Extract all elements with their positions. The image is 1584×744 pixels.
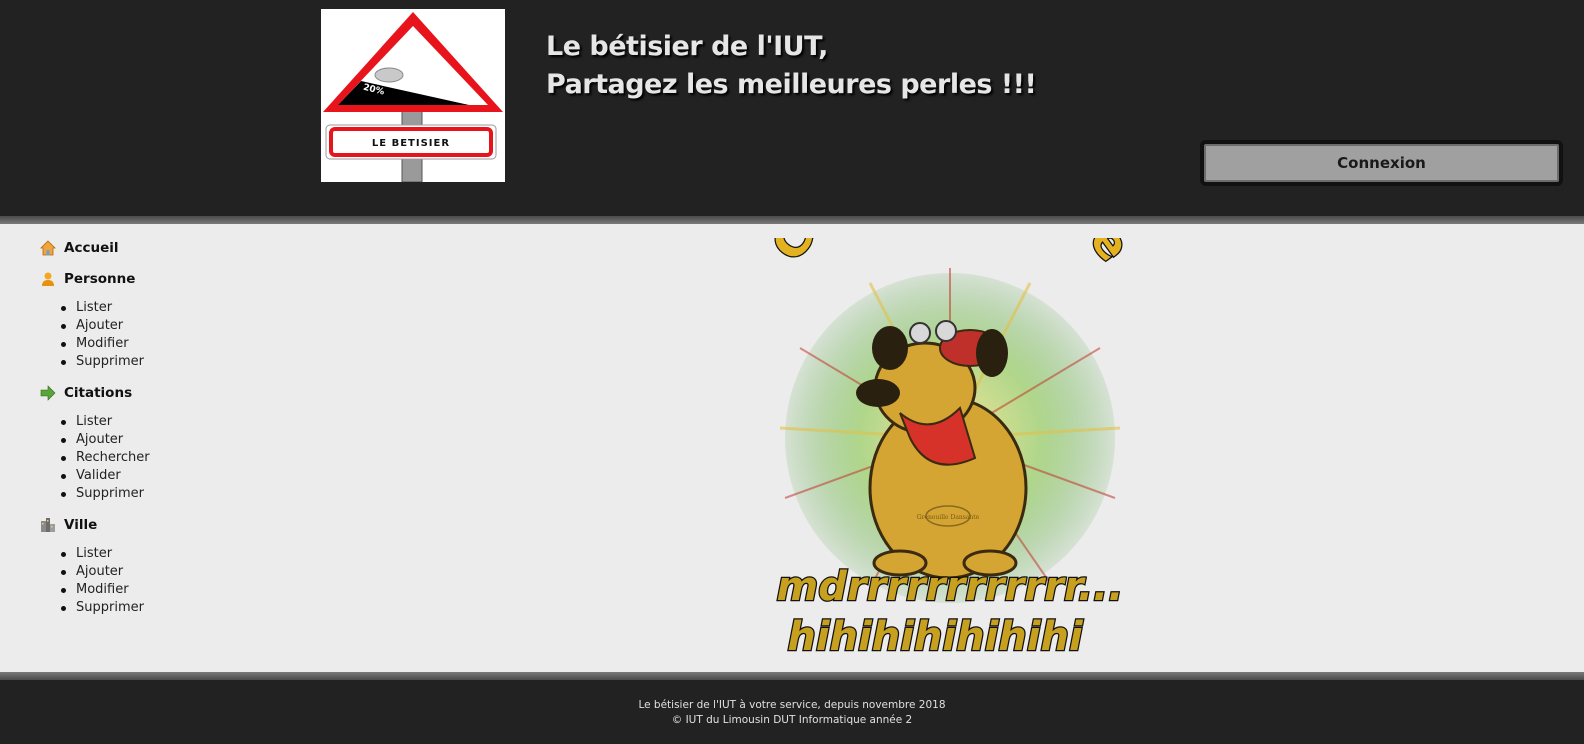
menu-section-personne[interactable]: Personne xyxy=(40,267,300,291)
menu-section-ville[interactable]: Ville xyxy=(40,513,300,537)
footer-line2: © IUT du Limousin DUT Informatique année… xyxy=(671,714,913,726)
personne-ajouter-link[interactable]: Ajouter xyxy=(61,317,300,335)
footer-divider xyxy=(0,672,1584,680)
footer: Le bétisier de l'IUT à votre service, de… xyxy=(0,680,1584,744)
svg-text:C pas possible: C pas possible xyxy=(761,238,1142,271)
citations-ajouter-link[interactable]: Ajouter xyxy=(61,431,300,449)
menu-item-accueil[interactable]: Accueil xyxy=(40,236,300,260)
image-badge: Grenouille Dansante xyxy=(917,514,980,521)
header: 20% LE BETISIER Le bétisier de l'IUT, Pa… xyxy=(0,0,1584,216)
laughing-dog-image: C pas possible Grenouille Dansante mdrrr… xyxy=(759,132,1146,662)
personne-supprimer-link[interactable]: Supprimer xyxy=(61,353,300,371)
site-title: Le bétisier de l'IUT, Partagez les meill… xyxy=(546,28,1037,104)
personne-modifier-link[interactable]: Modifier xyxy=(61,335,300,353)
site-title-line1: Le bétisier de l'IUT, xyxy=(546,31,828,62)
person-icon xyxy=(40,271,56,287)
image-bottom-text: hihihihihihihi xyxy=(787,614,1084,660)
betisier-logo[interactable]: 20% LE BETISIER xyxy=(321,9,505,183)
sidebar-menu: Accueil Personne Lister Ajouter Modifier… xyxy=(40,236,300,627)
city-icon xyxy=(40,517,56,533)
citations-rechercher-link[interactable]: Rechercher xyxy=(61,449,300,467)
menu-label-citations[interactable]: Citations xyxy=(64,385,132,401)
ville-ajouter-link[interactable]: Ajouter xyxy=(61,563,300,581)
arrow-right-icon xyxy=(40,385,56,401)
ville-submenu: Lister Ajouter Modifier Supprimer xyxy=(40,545,300,617)
menu-label-ville[interactable]: Ville xyxy=(64,517,97,533)
site-title-line2: Partagez les meilleures perles !!! xyxy=(546,69,1037,100)
personne-lister-link[interactable]: Lister xyxy=(61,299,300,317)
citations-valider-link[interactable]: Valider xyxy=(61,467,300,485)
ville-modifier-link[interactable]: Modifier xyxy=(61,581,300,599)
ville-supprimer-link[interactable]: Supprimer xyxy=(61,599,300,617)
footer-line1: Le bétisier de l'IUT à votre service, de… xyxy=(638,699,946,711)
image-top-text: C pas possible xyxy=(759,132,1142,272)
header-divider xyxy=(0,216,1584,224)
menu-label-accueil[interactable]: Accueil xyxy=(64,240,118,256)
citations-lister-link[interactable]: Lister xyxy=(61,413,300,431)
house-icon xyxy=(40,240,56,256)
ville-lister-link[interactable]: Lister xyxy=(61,545,300,563)
personne-submenu: Lister Ajouter Modifier Supprimer xyxy=(40,299,300,371)
logo-text: LE BETISIER xyxy=(372,138,450,149)
menu-label-personne[interactable]: Personne xyxy=(64,271,135,287)
image-mid-text: mdrrrrrrrrrrrr... xyxy=(777,564,1124,610)
citations-supprimer-link[interactable]: Supprimer xyxy=(61,485,300,503)
login-button[interactable]: Connexion xyxy=(1200,140,1563,186)
menu-section-citations[interactable]: Citations xyxy=(40,381,300,405)
citations-submenu: Lister Ajouter Rechercher Valider Suppri… xyxy=(40,413,300,503)
